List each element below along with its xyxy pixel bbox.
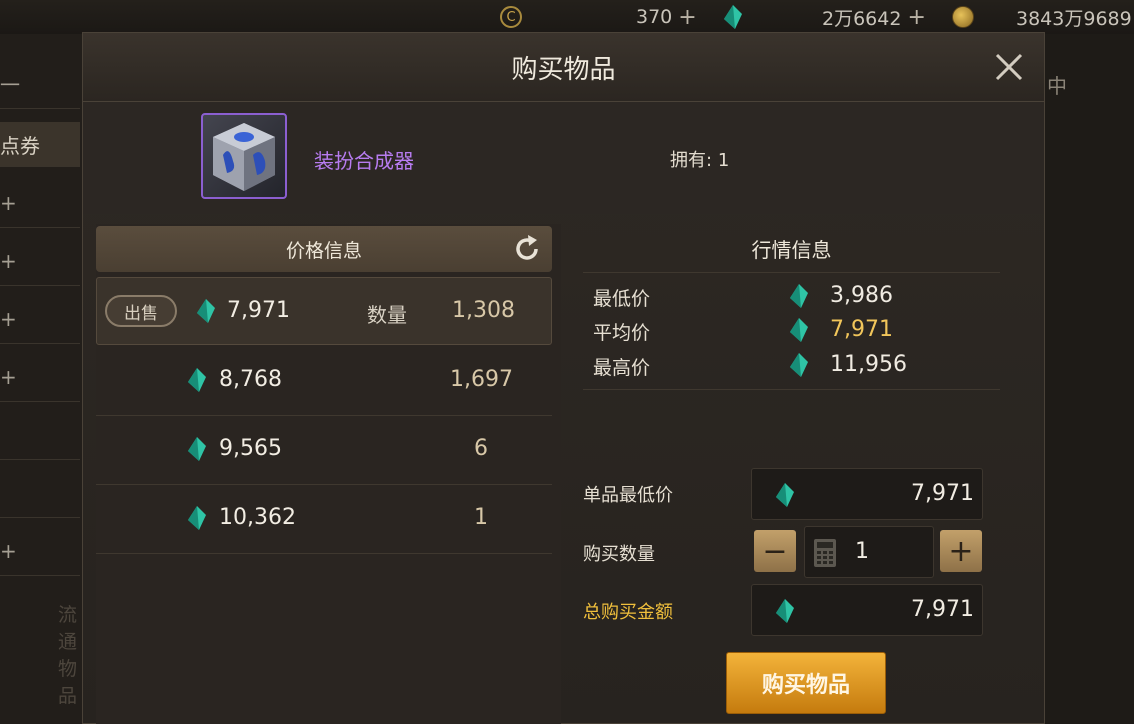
bg-item-6[interactable] — [0, 411, 80, 460]
bg-item-2[interactable]: + — [0, 179, 80, 228]
bg-item-label: + — [0, 191, 17, 215]
currency-bar: C 370 + 2万6642 + 3843万9689 — [0, 0, 1134, 34]
listing-row[interactable]: 8,768 1,697 — [96, 347, 552, 416]
lowest-price-value: 3,986 — [830, 283, 893, 308]
bg-item-3[interactable]: + — [0, 237, 80, 286]
gem-icon — [776, 483, 794, 507]
total-amount-label: 总购买金额 — [583, 602, 673, 623]
gem-icon — [188, 368, 206, 392]
item-summary: 装扮合成器 拥有: 1 — [83, 102, 1044, 214]
bg-item-7[interactable] — [0, 469, 80, 518]
gem-icon — [776, 599, 794, 623]
listing-price: 8,768 — [219, 367, 282, 392]
currency-1-amount: 370 + — [636, 0, 697, 34]
refresh-icon[interactable] — [512, 234, 542, 264]
quantity-input[interactable]: 1 — [804, 526, 934, 578]
gem-icon — [197, 299, 215, 323]
gem-icon — [790, 318, 808, 342]
highest-price-value: 11,956 — [830, 352, 907, 377]
bg-item-4[interactable]: + — [0, 295, 80, 344]
listing-row[interactable]: 出售 7,971 数量 1,308 — [96, 277, 552, 345]
dialog-title: 购买物品 — [83, 33, 1044, 102]
bg-faint-label: 流通物品 — [58, 604, 78, 707]
owned-label: 拥有: — [670, 150, 713, 171]
market-info-header: 行情信息 — [583, 224, 1000, 273]
lowest-price-label: 最低价 — [593, 288, 651, 310]
gold-coin-icon — [952, 6, 974, 28]
decrease-quantity-button[interactable]: − — [754, 530, 796, 572]
unit-price-field: 7,971 — [751, 468, 983, 520]
buy-quantity-label: 购买数量 — [583, 544, 655, 565]
bg-item-label: + — [0, 249, 17, 273]
currency-2 — [722, 0, 744, 34]
quantity-label: 数量 — [367, 303, 407, 327]
currency-1-value: 370 — [636, 6, 673, 28]
add-currency-2-button[interactable]: + — [907, 5, 925, 30]
increase-quantity-button[interactable]: + — [940, 530, 982, 572]
buy-item-dialog: 购买物品 装扮合成器 拥有: 1 价格信息 出售 7,971 数量 1,308 … — [82, 32, 1045, 724]
highest-price-label: 最高价 — [593, 357, 651, 379]
currency-2-value: 2万6642 — [822, 7, 902, 30]
price-info-title: 价格信息 — [285, 239, 362, 262]
price-info-panel: 价格信息 出售 7,971 数量 1,308 8,768 1,697 9,565… — [96, 224, 561, 724]
background-left-panel: 一 点券 + + + + + 流通物品 — [0, 34, 82, 724]
listing-price: 10,362 — [219, 505, 296, 530]
listing-price: 9,565 — [219, 436, 282, 461]
owned-count: 拥有: 1 — [670, 146, 729, 172]
sell-button[interactable]: 出售 — [105, 295, 177, 327]
bg-item-label: + — [0, 307, 17, 331]
gem-icon — [188, 437, 206, 461]
token-icon: C — [500, 6, 522, 28]
price-info-header: 价格信息 — [96, 226, 552, 272]
bg-item-5[interactable]: + — [0, 353, 80, 402]
listing-quantity: 1,308 — [452, 298, 515, 323]
currency-3 — [952, 0, 974, 34]
average-price-label: 平均价 — [593, 322, 651, 344]
listing-price: 7,971 — [227, 298, 290, 323]
total-amount-field: 7,971 — [751, 584, 983, 636]
total-amount-value: 7,971 — [911, 597, 974, 622]
bg-item-label: + — [0, 365, 17, 389]
calculator-icon[interactable] — [813, 538, 837, 568]
background-right-panel: 中 — [1045, 34, 1134, 724]
buy-item-button[interactable]: 购买物品 — [726, 652, 886, 714]
listing-row[interactable]: 9,565 6 — [96, 416, 552, 485]
bg-item-0[interactable]: 一 — [0, 58, 80, 109]
bg-item-coupon[interactable]: 点券 — [0, 122, 80, 167]
gem-icon — [724, 5, 742, 29]
item-cube-icon[interactable] — [201, 113, 287, 199]
listing-row[interactable]: 10,362 1 — [96, 485, 552, 554]
bg-right-label: 中 — [1047, 74, 1067, 98]
divider — [583, 389, 1000, 390]
item-name: 装扮合成器 — [314, 149, 414, 173]
gem-icon — [790, 353, 808, 377]
owned-value: 1 — [717, 150, 730, 171]
bg-item-label: + — [0, 539, 17, 563]
listing-quantity: 1,697 — [450, 367, 513, 392]
unit-price-value: 7,971 — [911, 481, 974, 506]
unit-price-label: 单品最低价 — [583, 485, 673, 506]
currency-3-amount: 3843万9689 — [1016, 0, 1132, 34]
market-info-panel: 行情信息 最低价 3,986 平均价 7,971 最高价 11,956 — [583, 224, 1000, 414]
close-icon[interactable] — [989, 47, 1029, 87]
currency-1: C — [500, 0, 522, 34]
bg-item-label: 点券 — [0, 133, 40, 158]
listing-quantity: 1 — [474, 505, 488, 530]
listing-quantity: 6 — [474, 436, 488, 461]
gem-icon — [790, 284, 808, 308]
currency-3-value: 3843万9689 — [1016, 7, 1132, 30]
add-currency-1-button[interactable]: + — [678, 5, 696, 30]
bg-item-label: 一 — [0, 72, 20, 97]
gem-icon — [188, 506, 206, 530]
currency-2-amount: 2万6642 + — [822, 0, 926, 34]
average-price-value: 7,971 — [830, 317, 893, 342]
bg-item-8[interactable]: + — [0, 527, 80, 576]
quantity-value: 1 — [855, 539, 869, 564]
